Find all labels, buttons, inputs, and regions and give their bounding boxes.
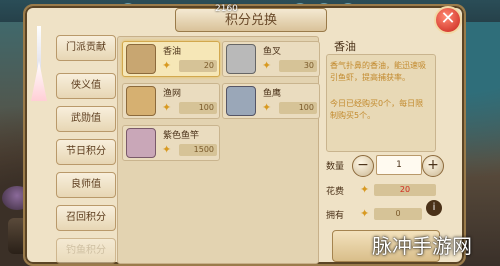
item-slot-cormorant[interactable]: 鱼鹰 ✦ 100	[222, 83, 320, 119]
purple-fishing-rod-icon	[126, 128, 156, 158]
cormorant-icon	[226, 86, 256, 116]
item-detail-panel: 香油 香气扑鼻的香油，能迅速吸引鱼虾，提高捕获率。 今日已经购买0个，每日限制购…	[322, 32, 444, 260]
quantity-input[interactable]: 1	[376, 155, 422, 175]
info-icon[interactable]: i	[426, 200, 442, 216]
coin-icon: ✦	[262, 59, 272, 72]
purchase-limit-text: 今日已经购买0个，每日限制购买5个。	[330, 99, 424, 120]
top-number: 2160	[215, 4, 238, 14]
coin-icon: ✦	[360, 183, 370, 196]
detail-item-name: 香油	[334, 40, 356, 53]
item-price: 20	[179, 60, 217, 72]
coin-icon: ✦	[162, 101, 172, 114]
item-name: 渔网	[163, 89, 182, 99]
owned-value: 0	[374, 208, 422, 220]
detail-description: 香气扑鼻的香油，能迅速吸引鱼虾，提高捕获率。	[330, 61, 426, 82]
item-price: 100	[279, 102, 317, 114]
item-name: 鱼鹰	[263, 89, 282, 99]
item-slot-oil[interactable]: 香油 ✦ 20	[122, 41, 220, 77]
item-name: 香油	[163, 47, 182, 57]
tab-festival-points[interactable]: 节日积分	[56, 139, 116, 165]
tab-recall-points[interactable]: 召回积分	[56, 205, 116, 231]
oil-bottle-icon	[126, 44, 156, 74]
item-name: 鱼叉	[263, 47, 282, 57]
item-slot-net[interactable]: 渔网 ✦ 100	[122, 83, 220, 119]
item-slot-spear[interactable]: 鱼叉 ✦ 30	[222, 41, 320, 77]
coin-icon: ✦	[162, 59, 172, 72]
tassel-decoration	[31, 61, 47, 101]
fishing-net-icon	[126, 86, 156, 116]
quantity-minus-button[interactable]: −	[352, 155, 374, 177]
tab-merit[interactable]: 武勋值	[56, 106, 116, 132]
item-price: 30	[279, 60, 317, 72]
item-list: 香油 ✦ 20 鱼叉 ✦ 30 渔网 ✦ 100 鱼鹰 ✦ 100 紫色鱼竿 ✦…	[117, 36, 320, 264]
tab-sect-contribution[interactable]: 门派贡献	[56, 35, 116, 61]
quantity-label: 数量	[326, 162, 345, 172]
coin-icon: ✦	[262, 101, 272, 114]
dialog-title-banner: 积分兑换	[175, 8, 327, 32]
cost-value: 20	[374, 184, 436, 196]
item-price: 100	[179, 102, 217, 114]
cost-label: 花费	[326, 187, 345, 197]
quantity-plus-button[interactable]: +	[422, 155, 444, 177]
item-slot-purple-rod[interactable]: 紫色鱼竿 ✦ 1500	[122, 125, 220, 161]
tab-chivalry[interactable]: 侠义值	[56, 73, 116, 99]
item-name: 紫色鱼竿	[163, 131, 200, 141]
close-icon: ✕	[440, 8, 456, 29]
fish-spear-icon	[226, 44, 256, 74]
tab-mentor-points[interactable]: 良师值	[56, 172, 116, 198]
coin-icon: ✦	[360, 207, 370, 220]
owned-label: 拥有	[326, 211, 345, 221]
item-price: 1500	[179, 144, 217, 156]
coin-icon: ✦	[162, 143, 172, 156]
tab-fishing-points[interactable]: 钓鱼积分	[56, 238, 116, 264]
watermark-text: 脉冲手游网	[372, 234, 472, 258]
close-button[interactable]: ✕	[434, 6, 462, 34]
